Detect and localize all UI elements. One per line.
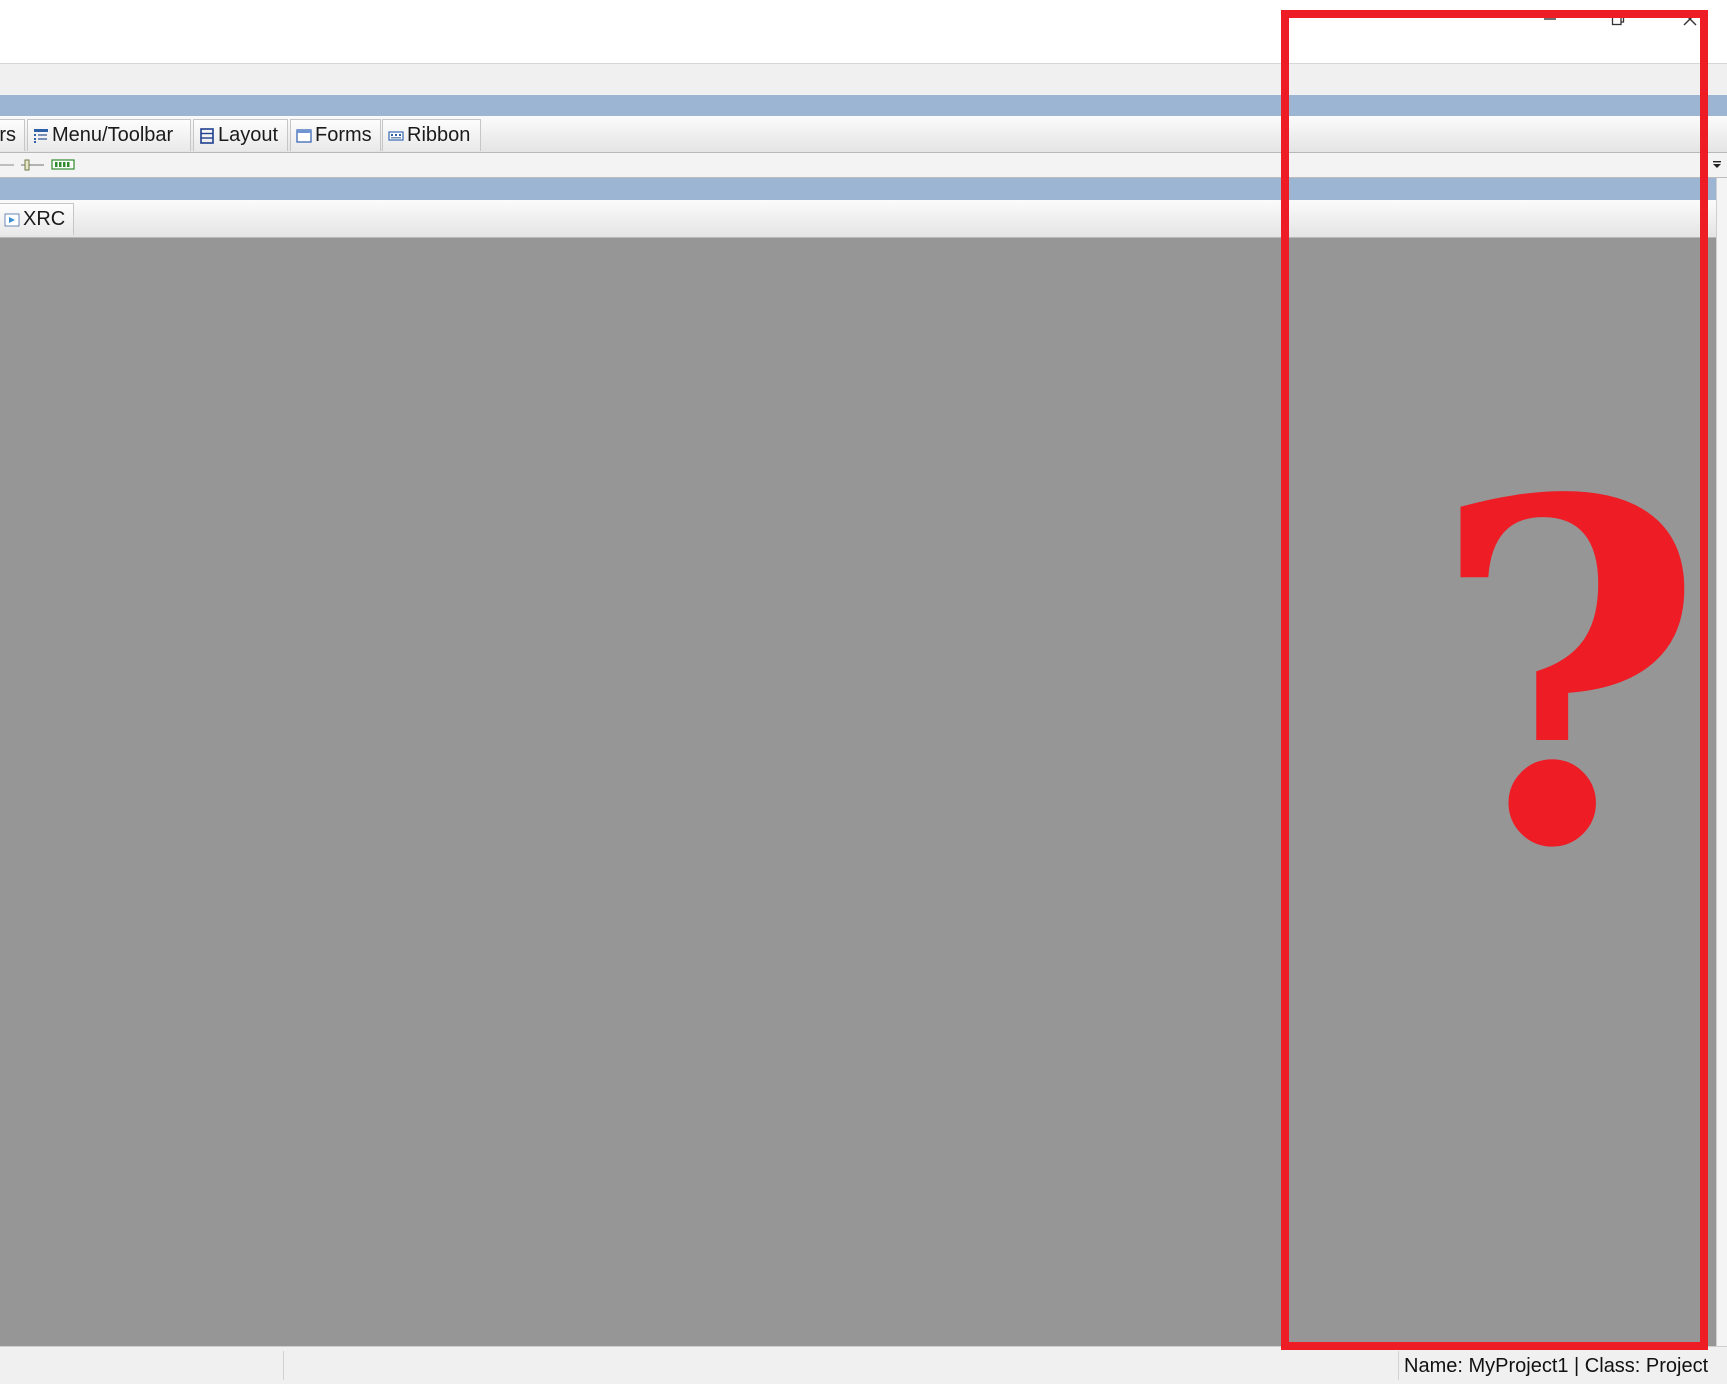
editor-tab-bar: XRC [0, 200, 1727, 238]
status-divider [1398, 1351, 1399, 1380]
tab-label: Ribbon [407, 124, 471, 146]
minimize-button[interactable] [1530, 4, 1570, 34]
close-icon [1683, 12, 1697, 26]
tab-label: Menu/Toolbar [52, 124, 174, 146]
tab-label: XRC [23, 208, 66, 230]
window-titlebar [0, 0, 1727, 64]
editor-caption-bar [0, 178, 1727, 200]
menu-toolbar-icon [33, 128, 49, 144]
status-divider [283, 1351, 284, 1380]
right-panel-edge [1716, 178, 1727, 1346]
palette-overflow-icon[interactable] [1712, 161, 1722, 169]
component-palette [0, 153, 1727, 178]
tab-forms[interactable]: Forms [290, 119, 381, 151]
tab-label: Layout [218, 124, 279, 146]
tab-layout[interactable]: Layout [193, 119, 288, 151]
xrc-icon [4, 212, 20, 228]
minimize-icon [1544, 18, 1556, 20]
tab-components[interactable]: rs [0, 119, 25, 151]
restore-icon [1611, 12, 1625, 26]
question-mark: ? [1430, 399, 1706, 951]
status-bar: Name: MyProject1 | Class: Project [0, 1346, 1727, 1384]
palette-caption-bar [0, 95, 1727, 116]
menu-bar [0, 64, 1727, 95]
forms-icon [296, 128, 312, 144]
gauge-icon[interactable] [51, 159, 75, 170]
ribbon-icon [388, 128, 404, 144]
tab-xrc[interactable]: XRC [0, 203, 74, 235]
tab-label: rs [0, 124, 16, 146]
slider-icon[interactable] [21, 159, 44, 171]
status-text: Name: MyProject1 | Class: Project [1404, 1355, 1709, 1377]
close-button[interactable] [1670, 4, 1710, 34]
palette-icons [0, 159, 75, 171]
tab-ribbon[interactable]: Ribbon [382, 119, 481, 151]
layout-icon [199, 127, 215, 144]
restore-button[interactable] [1598, 4, 1638, 34]
tab-menu-toolbar[interactable]: Menu/Toolbar [27, 119, 191, 151]
tab-label: Forms [315, 124, 372, 146]
palette-tab-bar: rs Menu/Toolbar Layout Forms Ribbon [0, 116, 1727, 153]
